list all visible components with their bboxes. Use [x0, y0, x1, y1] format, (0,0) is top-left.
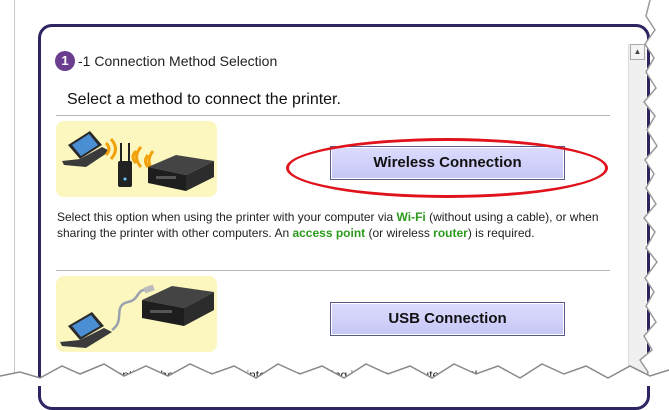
wireless-description: Select this option when using the printe…: [57, 210, 617, 241]
wireless-connection-button[interactable]: Wireless Connection: [330, 146, 565, 180]
usb-illustration: [56, 276, 217, 352]
laptop-icon: [62, 131, 110, 167]
wireless-desc-text: ) is required.: [467, 225, 535, 240]
wifi-keyword-link[interactable]: Wi-Fi: [397, 210, 426, 224]
divider: [56, 115, 610, 116]
step-number-badge: 1: [55, 51, 75, 71]
page-subtitle: Select a method to connect the printer.: [67, 91, 341, 108]
laptop-icon: [60, 312, 112, 348]
step-heading: 1 -1 Connection Method Selection: [55, 51, 277, 71]
wireless-illustration: [56, 121, 217, 197]
wireless-desc-text: Select this option when using the printe…: [57, 210, 397, 224]
router-keyword-link[interactable]: router: [433, 226, 468, 240]
divider: [56, 270, 610, 271]
wireless-desc-text: (or wireless: [365, 225, 434, 240]
usb-connection-button[interactable]: USB Connection: [330, 302, 565, 336]
vertical-scrollbar[interactable]: ▲: [628, 44, 646, 386]
scroll-up-arrow-icon[interactable]: ▲: [630, 44, 645, 60]
router-icon: [118, 143, 132, 187]
step-title: -1 Connection Method Selection: [78, 53, 278, 69]
usb-description: Select this option when using the printe…: [57, 368, 488, 382]
access-point-keyword-link[interactable]: access point: [292, 226, 365, 240]
printer-icon: [142, 286, 214, 326]
printer-icon: [148, 155, 214, 191]
